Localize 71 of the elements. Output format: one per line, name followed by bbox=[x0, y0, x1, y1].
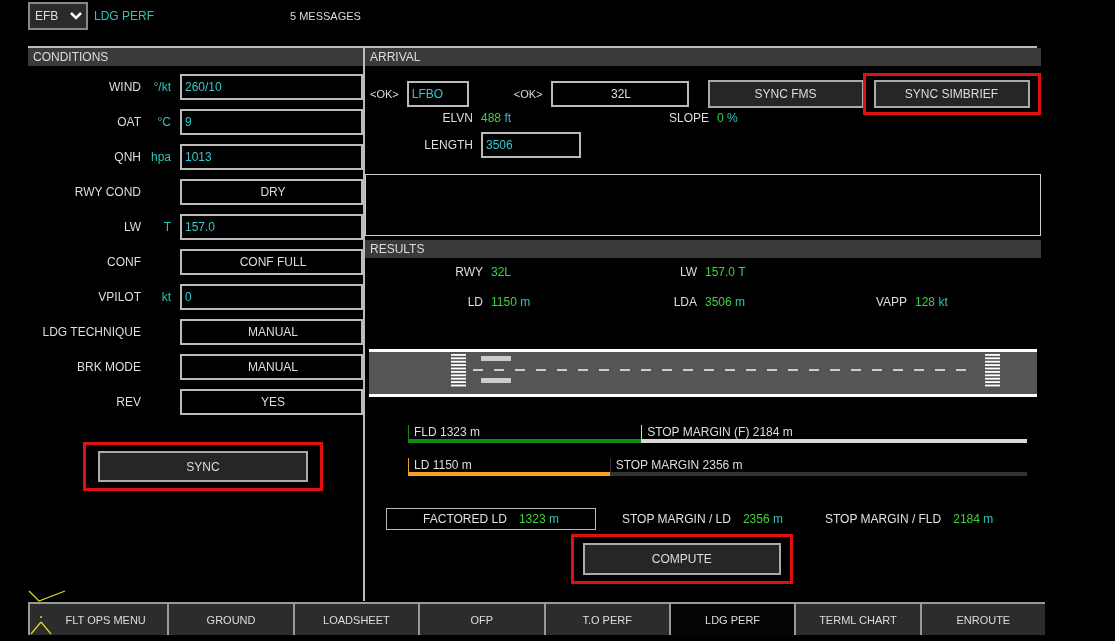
runway-field[interactable]: 32L bbox=[550, 81, 689, 107]
field-label: LDG TECHNIQUE bbox=[41, 325, 141, 339]
field-label: BRK MODE bbox=[76, 360, 141, 374]
value-text: 2184 m bbox=[953, 512, 994, 526]
length-field[interactable]: 3506 bbox=[481, 132, 581, 158]
value-text: 157.0 T bbox=[705, 265, 746, 279]
field-label: LW bbox=[122, 220, 141, 234]
page-title: LDG PERF bbox=[94, 9, 154, 23]
result-label: STOP MARGIN / FLD bbox=[824, 512, 942, 526]
nav-tab[interactable]: LDG PERF bbox=[670, 604, 795, 635]
value-text: 128 kt bbox=[915, 295, 948, 309]
result-label: LW bbox=[678, 265, 697, 279]
input-field[interactable]: 157.0 bbox=[180, 214, 363, 240]
select-field[interactable]: YES bbox=[180, 389, 363, 415]
ok-prompt: <OK> bbox=[513, 88, 543, 100]
field-label: OAT bbox=[116, 115, 141, 129]
input-field[interactable]: 1013 bbox=[180, 144, 363, 170]
field-label: CONF bbox=[106, 255, 141, 269]
input-field[interactable]: 260/10 bbox=[180, 74, 363, 100]
result-label: LDA bbox=[672, 295, 697, 309]
section-header: ARRIVAL bbox=[365, 48, 1041, 66]
messages-count: 5 MESSAGES bbox=[290, 10, 361, 22]
value-text: 1323 m bbox=[518, 512, 559, 526]
field-label: LENGTH bbox=[423, 138, 473, 152]
nav-tab[interactable]: OFP bbox=[420, 604, 544, 635]
chevron-down-icon bbox=[70, 12, 82, 20]
nav-tab[interactable]: FLT OPS MENU bbox=[30, 604, 168, 635]
value-text: 1150 m bbox=[491, 295, 531, 309]
unit-label: °/kt bbox=[153, 80, 171, 94]
sync-button[interactable]: SYNC FMS bbox=[707, 80, 864, 108]
value-text: 2356 m bbox=[742, 512, 783, 526]
select-field[interactable]: MANUAL bbox=[180, 319, 363, 345]
cursor-marks-icon bbox=[28, 590, 66, 636]
field-label: RWY COND bbox=[73, 185, 141, 199]
select-field[interactable]: CONF FULL bbox=[180, 249, 363, 275]
nav-tab[interactable]: T.O PERF bbox=[545, 604, 669, 635]
nav-tab[interactable]: ENROUTE bbox=[921, 604, 1045, 635]
unit-label: hpa bbox=[150, 150, 171, 164]
field-label: VPILOT bbox=[97, 290, 141, 304]
sync-button[interactable]: SYNC bbox=[98, 451, 308, 482]
value-text: 488 ft bbox=[481, 111, 512, 125]
result-label: VAPP bbox=[874, 295, 907, 309]
unit-label: °C bbox=[157, 115, 171, 129]
section-header: CONDITIONS bbox=[28, 48, 363, 66]
airport-field[interactable]: LFBO bbox=[406, 81, 469, 107]
unit-label: T bbox=[163, 220, 171, 234]
compute-button[interactable]: COMPUTE bbox=[582, 543, 781, 575]
unit-label: kt bbox=[161, 290, 171, 304]
field-label: ELVN bbox=[441, 111, 473, 125]
field-label: SLOPE bbox=[668, 111, 710, 125]
value-text: 3506 m bbox=[705, 295, 746, 309]
nav-tab[interactable]: GROUND bbox=[169, 604, 293, 635]
value-text: 0 % bbox=[717, 111, 738, 125]
field-label: WIND bbox=[108, 80, 141, 94]
nav-tab[interactable]: TERML CHART bbox=[796, 604, 920, 635]
result-label: STOP MARGIN / LD bbox=[622, 512, 731, 526]
app-dropdown[interactable]: EFB bbox=[28, 2, 88, 30]
section-header: RESULTS bbox=[365, 240, 1041, 258]
sync-button[interactable]: SYNC SIMBRIEF bbox=[873, 80, 1030, 108]
input-field[interactable]: 0 bbox=[180, 284, 363, 310]
select-field[interactable]: MANUAL bbox=[180, 354, 363, 380]
field-label: REV bbox=[115, 395, 141, 409]
result-label: LD bbox=[466, 295, 483, 309]
field-label: QNH bbox=[113, 150, 141, 164]
nav-tab[interactable]: LOADSHEET bbox=[294, 604, 419, 635]
ok-prompt: <OK> bbox=[370, 88, 399, 100]
value-text: 32L bbox=[491, 265, 512, 279]
select-field[interactable]: DRY bbox=[180, 179, 363, 205]
input-field[interactable]: 9 bbox=[180, 109, 363, 135]
result-label: FACTORED LD bbox=[423, 512, 507, 526]
result-label: RWY bbox=[454, 265, 483, 279]
